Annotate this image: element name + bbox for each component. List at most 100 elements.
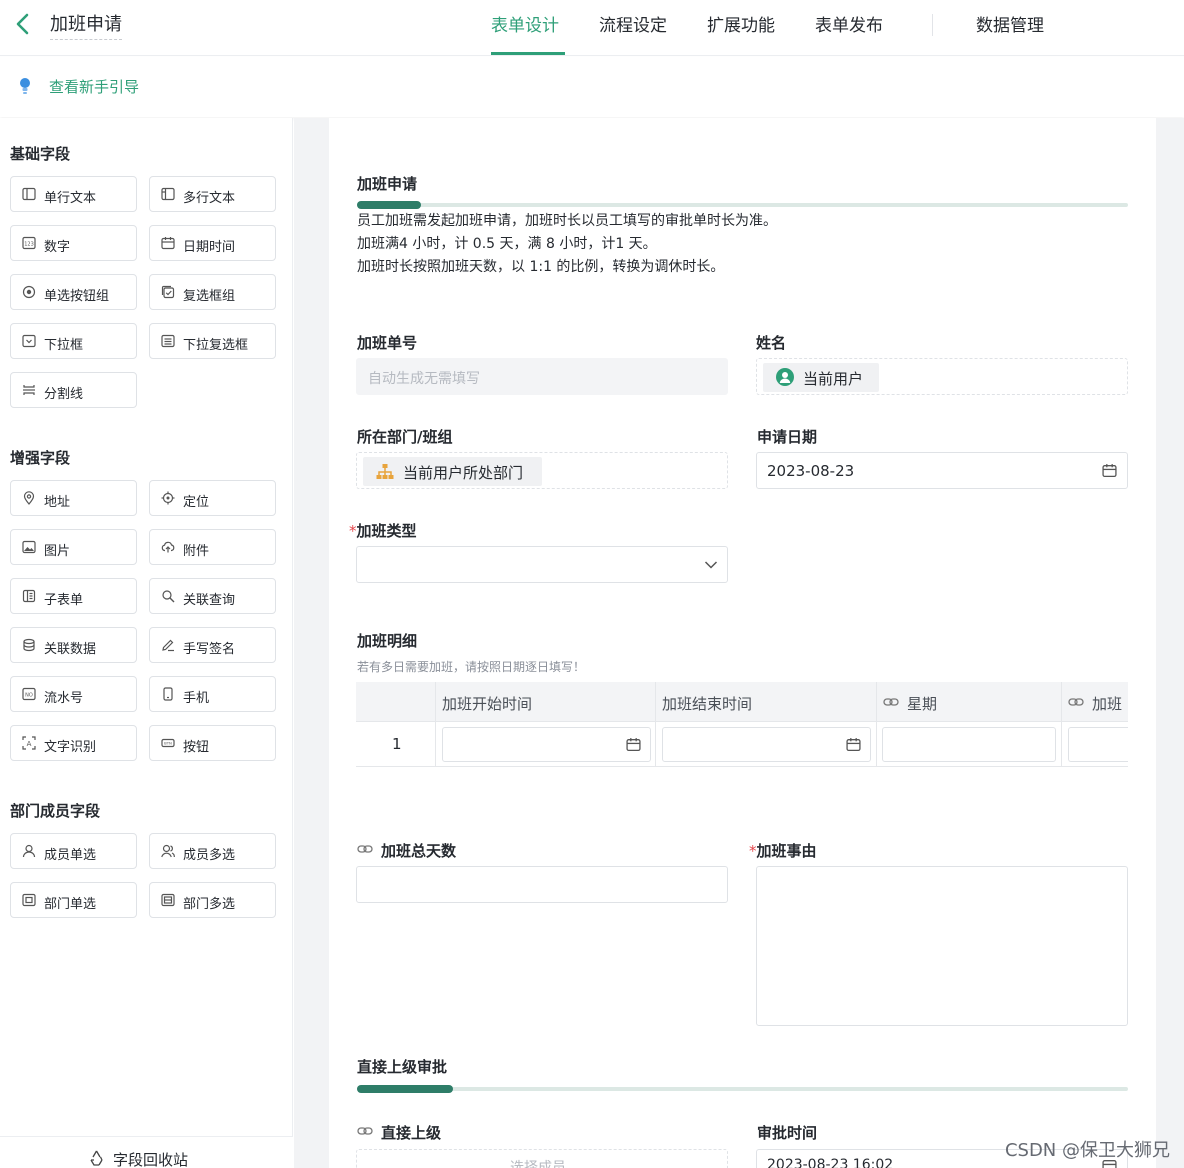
field-label: 复选框组: [183, 289, 236, 304]
related-query-icon: [162, 590, 175, 603]
table-row: 1: [356, 722, 1128, 767]
supervisor-label: 直接上级: [381, 1124, 442, 1142]
field-label: 分割线: [44, 387, 84, 402]
field-department-multi[interactable]: 部门多选: [149, 882, 276, 918]
field-button[interactable]: BTN 按钮: [149, 725, 276, 761]
weekday-input[interactable]: [882, 727, 1056, 762]
total-days-field[interactable]: [356, 866, 728, 903]
field-dropdown[interactable]: 下拉框: [10, 323, 137, 359]
field-multi-line-text[interactable]: 多行文本: [149, 176, 276, 212]
back-arrow-icon[interactable]: [12, 12, 34, 36]
field-locate[interactable]: 定位: [149, 480, 276, 516]
field-serial-number[interactable]: NO 流水号: [10, 676, 137, 712]
field-label: 文字识别: [44, 740, 97, 755]
calendar-icon: [626, 738, 641, 752]
lightbulb-icon: [18, 77, 32, 95]
users-icon: [161, 844, 175, 858]
chevron-down-icon: [704, 561, 718, 569]
radio-icon: [22, 285, 36, 299]
top-bar: 加班申请 表单设计 流程设定 扩展功能 表单发布 数据管理: [0, 0, 1184, 56]
multi-line-text-icon: [161, 187, 175, 201]
field-number[interactable]: 123 数字: [10, 225, 137, 261]
tab-extensions[interactable]: 扩展功能: [707, 11, 775, 36]
tab-divider: [932, 14, 933, 36]
departments-icon: [161, 893, 175, 907]
org-chart-icon: [376, 464, 394, 479]
field-subform[interactable]: 子表单: [10, 578, 137, 614]
tab-process-settings[interactable]: 流程设定: [599, 11, 667, 36]
field-department-single[interactable]: 部门单选: [10, 882, 137, 918]
field-signature[interactable]: 手写签名: [149, 627, 276, 663]
beginner-guide-link[interactable]: 查看新手引导: [49, 76, 139, 97]
apply-date-field[interactable]: 2023-08-23: [756, 452, 1128, 489]
field-label: 关联查询: [183, 593, 236, 608]
tab-form-design[interactable]: 表单设计: [491, 11, 559, 36]
user-icon: [22, 844, 36, 858]
svg-text:A: A: [27, 740, 32, 748]
field-checkbox-group[interactable]: 复选框组: [149, 274, 276, 310]
field-label: 图片: [44, 544, 71, 559]
supervisor-placeholder: 选择成员: [510, 1160, 566, 1168]
field-attachment[interactable]: 附件: [149, 529, 276, 565]
name-field[interactable]: 当前用户: [756, 358, 1128, 395]
field-member-single[interactable]: 成员单选: [10, 833, 137, 869]
field-label: 单行文本: [44, 191, 97, 206]
field-label: 手写签名: [183, 642, 236, 657]
field-label: 成员多选: [183, 848, 236, 863]
tab-form-publish[interactable]: 表单发布: [815, 11, 883, 36]
end-time-input[interactable]: [662, 727, 871, 762]
field-recycle-bin[interactable]: 字段回收站: [0, 1136, 293, 1168]
column-start-time: 加班开始时间: [442, 695, 533, 713]
overtime-type-label: *加班类型: [349, 520, 417, 541]
number-icon: 123: [22, 236, 36, 250]
single-line-text-icon: [22, 187, 36, 201]
field-phone[interactable]: 手机: [149, 676, 276, 712]
current-department-text: 当前用户所处部门: [403, 464, 524, 482]
tab-data-management[interactable]: 数据管理: [976, 11, 1044, 36]
order-no-label: 加班单号: [357, 334, 418, 352]
field-single-line-text[interactable]: 单行文本: [10, 176, 137, 212]
app-title[interactable]: 加班申请: [50, 10, 122, 40]
field-radio-group[interactable]: 单选按钮组: [10, 274, 137, 310]
field-member-multi[interactable]: 成员多选: [149, 833, 276, 869]
field-label: 流水号: [44, 691, 84, 706]
upload-cloud-icon: [161, 541, 175, 553]
overtime-input[interactable]: [1068, 727, 1128, 762]
svg-text:BTN: BTN: [164, 741, 172, 746]
section-bar-accent: [357, 1085, 453, 1093]
field-dropdown-multi[interactable]: 下拉复选框: [149, 323, 276, 359]
formula-link-icon: [357, 845, 373, 853]
apply-date-value: 2023-08-23: [767, 462, 855, 480]
field-label: 单选按钮组: [44, 289, 110, 304]
section-bar-track: [357, 203, 1128, 207]
current-user-text: 当前用户: [803, 370, 864, 388]
location-pin-icon: [23, 491, 35, 505]
required-mark: *: [749, 842, 757, 860]
field-label: 部门单选: [44, 897, 97, 912]
field-label: 多行文本: [183, 191, 236, 206]
field-related-query[interactable]: 关联查询: [149, 578, 276, 614]
field-divider[interactable]: 分割线: [10, 372, 137, 408]
field-image[interactable]: 图片: [10, 529, 137, 565]
department-field[interactable]: 当前用户所处部门: [356, 452, 728, 489]
locate-icon: [161, 491, 175, 505]
start-time-input[interactable]: [442, 727, 651, 762]
field-address[interactable]: 地址: [10, 480, 137, 516]
dropdown-icon: [22, 334, 36, 348]
overtime-type-select[interactable]: [356, 546, 728, 583]
field-label: 附件: [183, 544, 210, 559]
current-user-chip: 当前用户: [763, 363, 879, 392]
description-line-3: 加班时长按照加班天数，以 1:1 的比例，转换为调休时长。: [357, 259, 725, 275]
field-ocr[interactable]: A 文字识别: [10, 725, 137, 761]
department-icon: [22, 893, 36, 907]
reason-textarea[interactable]: [756, 866, 1128, 1026]
supervisor-field[interactable]: 选择成员: [356, 1149, 728, 1168]
name-label: 姓名: [756, 334, 787, 352]
recycle-label: 字段回收站: [113, 1151, 189, 1168]
section-title-basic: 基础字段: [10, 145, 71, 163]
section-bar-track: [357, 1087, 1128, 1091]
row-index: 1: [392, 735, 402, 753]
field-datetime[interactable]: 日期时间: [149, 225, 276, 261]
calendar-icon: [161, 237, 175, 250]
field-related-data[interactable]: 关联数据: [10, 627, 137, 663]
